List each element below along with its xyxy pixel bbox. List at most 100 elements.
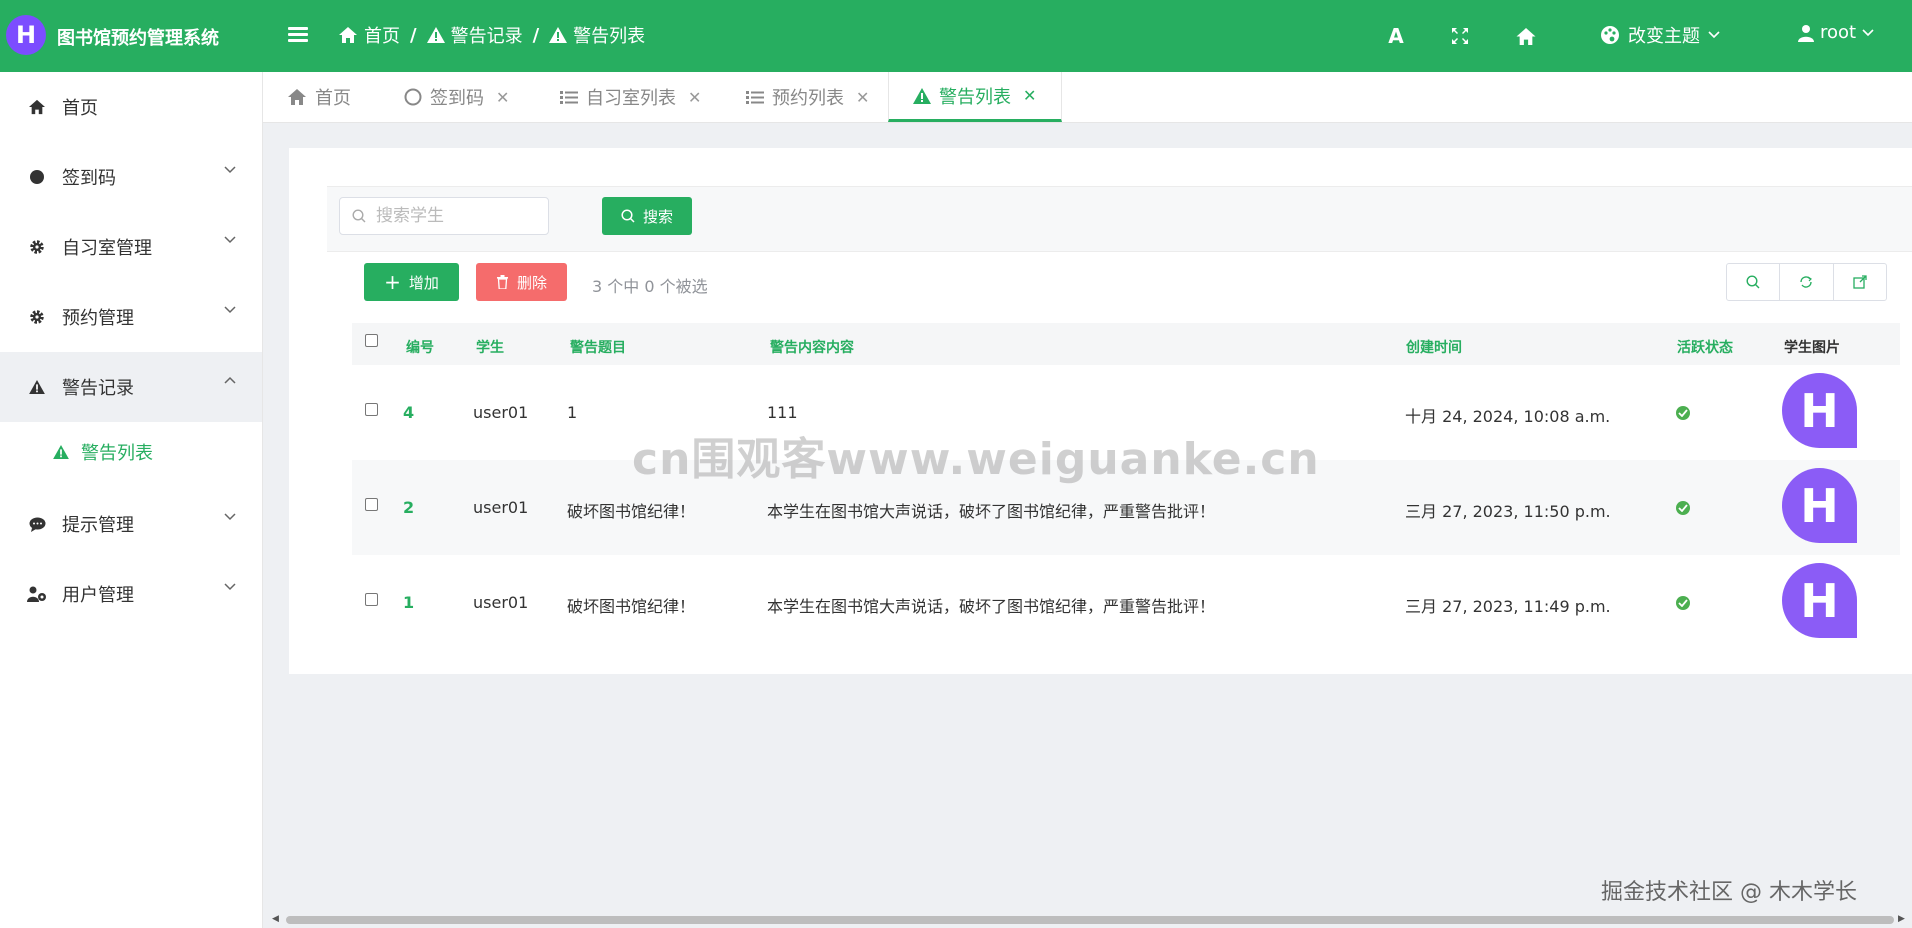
sidebar-subitem-warning-list[interactable]: 警告列表 (0, 422, 262, 482)
breadcrumb-separator: / (410, 24, 417, 46)
check-icon (1676, 406, 1690, 420)
cell-content: 111 (767, 403, 798, 422)
sidebar-item-notice[interactable]: 提示管理 (0, 489, 262, 559)
sidebar-item-study-room[interactable]: 自习室管理 (0, 212, 262, 282)
table-tools (1726, 263, 1887, 301)
close-icon[interactable]: ✕ (688, 88, 701, 107)
horizontal-scrollbar[interactable]: ◀ ▶ (270, 914, 1910, 926)
close-icon[interactable]: ✕ (856, 88, 869, 107)
cell-title: 破坏图书馆纪律！ (567, 502, 696, 521)
breadcrumb-item-warning-records[interactable]: 警告记录 (426, 22, 523, 48)
col-title[interactable]: 警告题目 (570, 337, 626, 357)
fullscreen-icon[interactable] (1448, 24, 1472, 48)
chevron-up-icon (224, 376, 236, 384)
trash-icon (496, 275, 508, 289)
cell-created: 三月 27, 2023, 11:49 p.m. (1405, 597, 1611, 616)
col-student[interactable]: 学生 (476, 337, 504, 357)
chevron-down-icon (224, 306, 236, 314)
chevron-down-icon (1708, 31, 1720, 39)
scrollbar-thumb[interactable] (286, 916, 1894, 924)
delete-button[interactable]: 删除 (476, 263, 567, 301)
check-icon (1676, 501, 1690, 515)
breadcrumb-item-warning-list[interactable]: 警告列表 (549, 22, 645, 48)
chevron-down-icon (224, 583, 236, 591)
list-icon (560, 90, 578, 104)
theme-dropdown[interactable]: 改变主题 (1600, 22, 1720, 48)
cell-id[interactable]: 1 (403, 593, 414, 612)
table-row[interactable]: 1 user01 破坏图书馆纪律！ 本学生在图书馆大声说话，破坏了图书馆纪律，严… (352, 555, 1900, 650)
tab-bar: 首页 签到码 ✕ 自习室列表 ✕ 预约列表 ✕ 警告列表 ✕ (263, 72, 1912, 123)
circle-icon (404, 88, 422, 106)
chevron-down-icon (224, 513, 236, 521)
home-icon (339, 27, 357, 43)
refresh-icon[interactable] (1780, 264, 1834, 300)
cell-content: 本学生在图书馆大声说话，破坏了图书馆纪律，严重警告批评！ (767, 597, 1216, 616)
search-icon (621, 209, 635, 223)
breadcrumb: 首页 / 警告记录 / 警告列表 (338, 22, 645, 48)
tab-reservation-list[interactable]: 预约列表 ✕ (746, 72, 869, 122)
footer-watermark: 掘金技术社区 @ 木木学长 (1601, 880, 1857, 905)
sidebar: 首页 签到码 自习室管理 预约管理 警告记录 警告列表 提示管理 用户管理 (0, 72, 263, 928)
user-icon (1798, 24, 1814, 42)
close-icon[interactable]: ✕ (496, 88, 509, 107)
breadcrumb-separator: / (532, 24, 540, 46)
menu-toggle-icon[interactable] (288, 24, 308, 46)
close-icon[interactable]: ✕ (1023, 86, 1036, 105)
user-gear-icon (27, 586, 47, 602)
tab-home[interactable]: 首页 (287, 72, 351, 122)
row-checkbox[interactable] (365, 593, 378, 606)
sidebar-item-checkin-code[interactable]: 签到码 (0, 142, 262, 212)
warning-icon (549, 27, 568, 43)
list-icon (746, 90, 764, 104)
cell-created: 十月 24, 2024, 10:08 a.m. (1405, 407, 1611, 426)
cell-id[interactable]: 4 (403, 403, 414, 422)
warning-icon (426, 27, 445, 43)
col-id[interactable]: 编号 (406, 337, 434, 357)
avatar: H (1782, 468, 1857, 543)
chevron-down-icon (224, 166, 236, 174)
col-active[interactable]: 活跃状态 (1677, 337, 1733, 357)
tab-checkin-code[interactable]: 签到码 ✕ (404, 72, 509, 122)
breadcrumb-item-home[interactable]: 首页 (338, 22, 400, 48)
col-photo: 学生图片 (1784, 340, 1840, 356)
sidebar-item-warning-records[interactable]: 警告记录 (0, 352, 262, 422)
sidebar-item-home[interactable]: 首页 (0, 72, 262, 142)
add-button[interactable]: + 增加 (364, 263, 459, 301)
chevron-down-icon (1862, 28, 1874, 36)
cell-created: 三月 27, 2023, 11:50 p.m. (1405, 502, 1611, 521)
user-dropdown[interactable]: root (1798, 22, 1874, 43)
search-field[interactable] (339, 197, 549, 235)
export-icon[interactable] (1834, 264, 1886, 300)
scroll-left-icon[interactable]: ◀ (272, 914, 279, 924)
home-icon[interactable] (1514, 24, 1538, 48)
search-input[interactable] (374, 205, 538, 227)
watermark: cn围观客www.weiguanke.cn (632, 434, 1320, 485)
scroll-right-icon[interactable]: ▶ (1898, 914, 1905, 924)
search-icon (352, 209, 366, 223)
cell-id[interactable]: 2 (403, 498, 414, 517)
home-icon (27, 99, 47, 115)
cell-student: user01 (473, 593, 529, 612)
warning-icon (27, 380, 47, 394)
col-created[interactable]: 创建时间 (1406, 337, 1462, 357)
gear-icon (27, 309, 47, 325)
cell-title: 破坏图书馆纪律！ (567, 597, 696, 616)
home-icon (288, 89, 306, 105)
sidebar-item-users[interactable]: 用户管理 (0, 559, 262, 629)
row-checkbox[interactable] (365, 403, 378, 416)
sidebar-item-reservation[interactable]: 预约管理 (0, 282, 262, 352)
col-content[interactable]: 警告内容内容 (770, 337, 854, 357)
tab-study-room-list[interactable]: 自习室列表 ✕ (560, 72, 701, 122)
gear-icon (27, 239, 47, 255)
tab-warning-list[interactable]: 警告列表 ✕ (888, 72, 1062, 122)
circle-icon (27, 169, 47, 185)
table-search-icon[interactable] (1727, 264, 1781, 300)
font-size-icon[interactable]: A (1384, 24, 1408, 48)
avatar: H (1782, 563, 1857, 638)
search-bar (327, 186, 1912, 252)
search-button[interactable]: 搜索 (602, 197, 692, 235)
user-name: root (1820, 22, 1857, 43)
row-checkbox[interactable] (365, 498, 378, 511)
select-all-checkbox[interactable] (365, 334, 378, 347)
cell-content: 本学生在图书馆大声说话，破坏了图书馆纪律，严重警告批评！ (767, 502, 1216, 521)
